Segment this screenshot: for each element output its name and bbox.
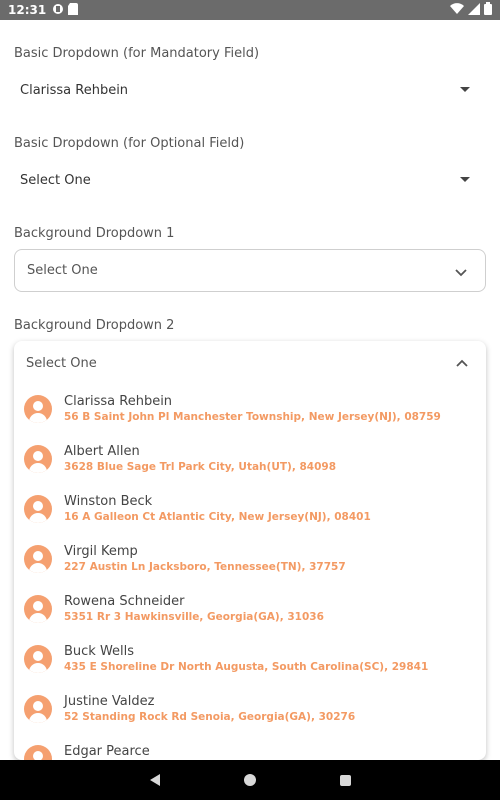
signal-icon bbox=[468, 2, 480, 18]
chevron-up-icon bbox=[456, 356, 468, 371]
basic-optional-value: Select One bbox=[20, 172, 91, 188]
basic-mandatory-value: Clarissa Rehbein bbox=[20, 82, 129, 98]
background-2-value: Select One bbox=[26, 355, 97, 371]
list-item[interactable]: Edgar Pearce bbox=[14, 735, 486, 760]
back-icon[interactable] bbox=[149, 774, 160, 786]
caret-down-icon bbox=[460, 87, 470, 92]
basic-mandatory-dropdown[interactable]: Clarissa Rehbein bbox=[14, 75, 486, 105]
list-item[interactable]: Albert Allen 3628 Blue Sage Trl Park City… bbox=[14, 435, 486, 485]
list-item[interactable]: Virgil Kemp 227 Austin Ln Jacksboro, Tenn… bbox=[14, 535, 486, 585]
chevron-down-icon bbox=[455, 266, 467, 281]
sd-card-icon bbox=[68, 2, 79, 18]
status-bar: 12:31 bbox=[0, 0, 500, 20]
option-address: 16 A Galleon Ct Atlantic City, New Jerse… bbox=[64, 511, 371, 523]
avatar-icon bbox=[24, 745, 52, 760]
option-address: 227 Austin Ln Jacksboro, Tennessee(TN), … bbox=[64, 561, 346, 573]
option-address: 3628 Blue Sage Trl Park City, Utah(UT), … bbox=[64, 461, 336, 473]
background-1-label: Background Dropdown 1 bbox=[14, 226, 175, 241]
option-address: 52 Standing Rock Rd Senoia, Georgia(GA),… bbox=[64, 711, 356, 723]
avatar-icon bbox=[24, 595, 52, 623]
avatar-icon bbox=[24, 645, 52, 673]
avatar-icon bbox=[24, 545, 52, 573]
options-list: Clarissa Rehbein 56 B Saint John Pl Manch… bbox=[14, 385, 486, 760]
background-2-select-header[interactable]: Select One bbox=[14, 341, 486, 385]
option-address: 56 B Saint John Pl Manchester Township, … bbox=[64, 411, 441, 423]
avatar-icon bbox=[24, 395, 52, 423]
background-1-value: Select One bbox=[27, 263, 98, 278]
recent-apps-icon[interactable] bbox=[339, 774, 351, 786]
background-2-label: Background Dropdown 2 bbox=[14, 318, 175, 333]
avatar-icon bbox=[24, 695, 52, 723]
option-name: Edgar Pearce bbox=[64, 744, 150, 759]
option-address: 5351 Rr 3 Hawkinsville, Georgia(GA), 310… bbox=[64, 611, 324, 623]
option-name: Virgil Kemp bbox=[64, 544, 138, 559]
background-2-dropdown[interactable]: Select One Clarissa Rehbein 56 B Saint Jo… bbox=[14, 341, 486, 760]
avatar-icon bbox=[24, 445, 52, 473]
basic-optional-dropdown[interactable]: Select One bbox=[14, 165, 486, 195]
option-name: Clarissa Rehbein bbox=[64, 394, 173, 409]
avatar-icon bbox=[24, 495, 52, 523]
option-name: Albert Allen bbox=[64, 444, 140, 459]
app-notification-icon bbox=[52, 3, 64, 18]
basic-optional-label: Basic Dropdown (for Optional Field) bbox=[14, 136, 245, 151]
option-name: Rowena Schneider bbox=[64, 594, 185, 609]
option-address: 435 E Shoreline Dr North Augusta, South … bbox=[64, 661, 429, 673]
basic-mandatory-label: Basic Dropdown (for Mandatory Field) bbox=[14, 46, 260, 61]
battery-icon bbox=[484, 2, 492, 18]
home-icon[interactable] bbox=[243, 774, 256, 786]
list-item[interactable]: Justine Valdez 52 Standing Rock Rd Senoia… bbox=[14, 685, 486, 735]
list-item[interactable]: Winston Beck 16 A Galleon Ct Atlantic Cit… bbox=[14, 485, 486, 535]
status-time: 12:31 bbox=[8, 3, 47, 17]
background-1-dropdown[interactable]: Select One bbox=[14, 249, 486, 292]
wifi-icon bbox=[450, 2, 464, 18]
option-name: Winston Beck bbox=[64, 494, 153, 509]
list-item[interactable]: Rowena Schneider 5351 Rr 3 Hawkinsville, … bbox=[14, 585, 486, 635]
option-name: Buck Wells bbox=[64, 644, 135, 659]
list-item[interactable]: Buck Wells 435 E Shoreline Dr North Augus… bbox=[14, 635, 486, 685]
caret-down-icon bbox=[460, 177, 470, 182]
navigation-bar bbox=[0, 760, 500, 800]
list-item[interactable]: Clarissa Rehbein 56 B Saint John Pl Manch… bbox=[14, 385, 486, 435]
option-name: Justine Valdez bbox=[64, 694, 155, 709]
